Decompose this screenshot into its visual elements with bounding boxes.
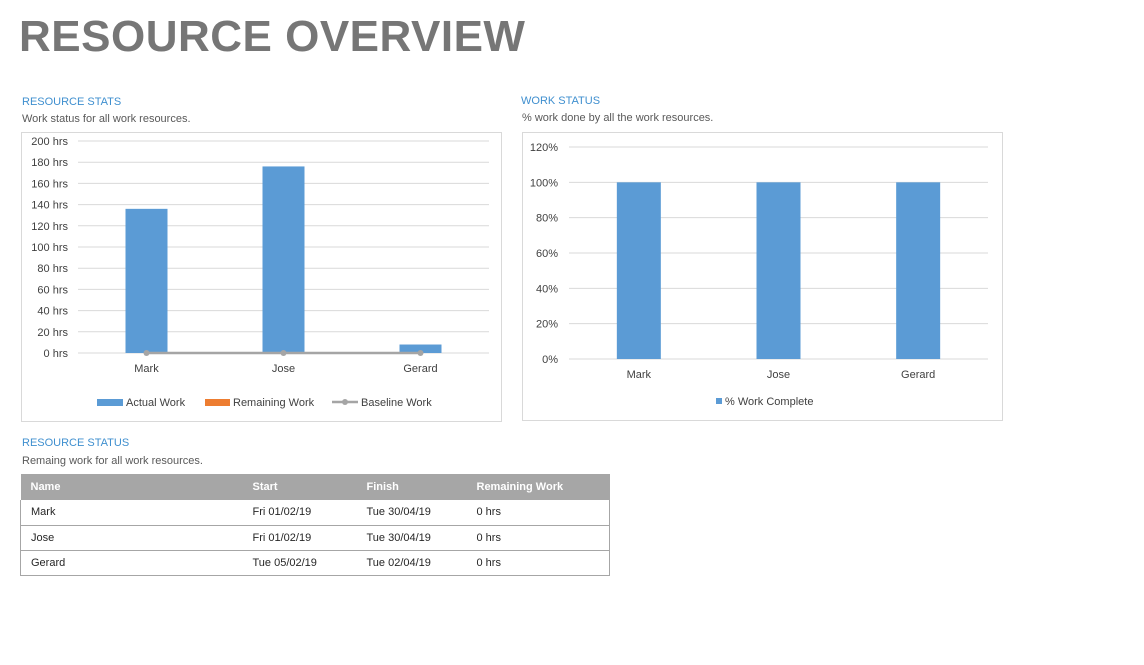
y-tick-label: 0 hrs	[44, 348, 69, 360]
legend-label-actual-work: Actual Work	[126, 397, 186, 409]
y-tick-label: 20%	[536, 319, 558, 331]
y-tick-label: 140 hrs	[31, 200, 68, 212]
y-tick-label: 120 hrs	[31, 221, 68, 233]
cell-remaining-work: 0 hrs	[466, 550, 610, 576]
resource-stats-chart: 0 hrs 20 hrs 40 hrs 60 hrs 80 hrs 100 hrs 120 …	[21, 132, 502, 422]
bar--work-complete	[756, 182, 801, 359]
y-tick-label: 60%	[536, 248, 558, 260]
table-row: Jose Fri 01/02/19 Tue 30/04/19 0 hrs	[20, 525, 610, 551]
resource-stats-subtitle: Work status for all work resources.	[22, 113, 191, 125]
x-tick-label: Jose	[767, 369, 790, 381]
column-header-start: Start	[242, 474, 357, 500]
table-row: Mark Fri 01/02/19 Tue 30/04/19 0 hrs	[20, 500, 610, 526]
work-status-chart-svg: 0% 20% 40% 60% 80% 100% 120% Mark Jose Gerard % Wo…	[530, 142, 988, 408]
legend-swatch-actual-work	[97, 399, 123, 406]
page-title: RESOURCE OVERVIEW	[19, 12, 526, 61]
table-row: Gerard Tue 05/02/19 Tue 02/04/19 0 hrs	[20, 550, 610, 576]
table-header-row: Name Start Finish Remaining Work	[20, 474, 610, 500]
resource-stats-chart-svg: 0 hrs 20 hrs 40 hrs 60 hrs 80 hrs 100 hrs 120 …	[31, 136, 489, 409]
cell-name: Jose	[20, 525, 243, 551]
point-baseline-work	[143, 350, 150, 356]
resource-status-subtitle: Remaing work for all work resources.	[22, 455, 203, 467]
y-tick-label: 40 hrs	[37, 306, 68, 318]
y-tick-label: 80%	[536, 213, 558, 225]
legend-label-remaining-work: Remaining Work	[233, 397, 315, 409]
legend-swatch--work-complete	[716, 398, 722, 404]
legend-marker-baseline-work	[342, 399, 348, 405]
cell-start: Fri 01/02/19	[242, 500, 357, 526]
work-status-title: WORK STATUS	[521, 95, 601, 107]
bar-actual-work	[125, 208, 168, 353]
y-tick-label: 0%	[542, 354, 558, 366]
y-tick-label: 80 hrs	[37, 263, 68, 275]
column-header-name: Name	[20, 474, 243, 500]
x-tick-label: Gerard	[901, 369, 935, 381]
cell-finish: Tue 30/04/19	[356, 500, 467, 526]
resource-status-table: Name Start Finish Remaining Work Mark Fr…	[20, 474, 610, 576]
work-status-chart: 0% 20% 40% 60% 80% 100% 120% Mark Jose Gerard % Wo…	[522, 132, 1003, 421]
y-tick-label: 60 hrs	[37, 284, 68, 296]
y-tick-label: 120%	[530, 142, 558, 154]
legend-label--work-complete: % Work Complete	[725, 396, 813, 408]
cell-finish: Tue 30/04/19	[356, 525, 467, 551]
cell-name: Mark	[20, 500, 243, 526]
y-tick-label: 100%	[530, 177, 558, 189]
y-tick-label: 200 hrs	[31, 136, 68, 148]
point-baseline-work	[280, 350, 287, 356]
cell-start: Tue 05/02/19	[242, 550, 357, 576]
y-tick-label: 40%	[536, 283, 558, 295]
cell-remaining-work: 0 hrs	[466, 500, 610, 526]
y-tick-label: 160 hrs	[31, 178, 68, 190]
cell-start: Fri 01/02/19	[242, 525, 357, 551]
legend-swatch-remaining-work	[205, 399, 230, 406]
bar--work-complete	[896, 182, 941, 359]
resource-stats-title: RESOURCE STATS	[22, 96, 122, 108]
work-status-subtitle: % work done by all the work resources.	[522, 112, 714, 124]
x-tick-label: Jose	[272, 363, 295, 375]
y-tick-label: 180 hrs	[31, 157, 68, 169]
y-tick-label: 20 hrs	[37, 327, 68, 339]
x-tick-label: Gerard	[403, 363, 437, 375]
legend-label-baseline-work: Baseline Work	[361, 397, 432, 409]
bar-actual-work	[262, 166, 305, 353]
cell-finish: Tue 02/04/19	[356, 550, 467, 576]
y-tick-label: 100 hrs	[31, 242, 68, 254]
resource-status-title: RESOURCE STATUS	[22, 437, 130, 449]
column-header-finish: Finish	[356, 474, 467, 500]
x-tick-label: Mark	[627, 369, 652, 381]
point-baseline-work	[417, 350, 424, 356]
cell-name: Gerard	[20, 550, 243, 576]
column-header-remaining-work: Remaining Work	[466, 474, 610, 500]
cell-remaining-work: 0 hrs	[466, 525, 610, 551]
bar--work-complete	[616, 182, 661, 359]
x-tick-label: Mark	[134, 363, 159, 375]
